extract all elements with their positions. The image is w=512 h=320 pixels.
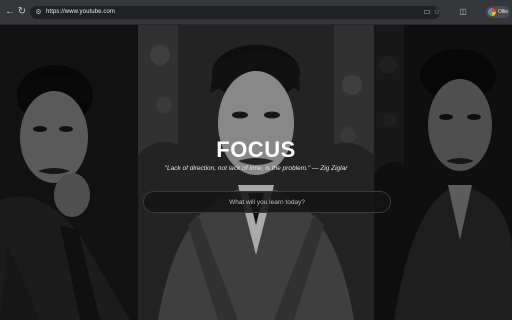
avatar xyxy=(488,8,496,16)
back-arrow-icon[interactable]: ← xyxy=(4,6,16,18)
profile-label: Ollie xyxy=(498,9,509,15)
background-photo-left xyxy=(0,25,138,320)
browser-toolbar: ← ↻ ⚙ https://www.youtube.com ▭ ☆ ◫ Olli… xyxy=(0,0,512,25)
page-title: FOCUS xyxy=(216,137,296,162)
profile-button[interactable]: Ollie xyxy=(486,6,510,18)
cast-icon[interactable]: ▭ xyxy=(422,6,432,18)
reload-icon[interactable]: ↻ xyxy=(16,6,28,18)
new-tab-page: FOCUS "Lack of direction, not lack of ti… xyxy=(0,25,512,320)
background-photo-right xyxy=(374,25,512,320)
star-icon[interactable]: ☆ xyxy=(432,6,442,18)
side-panel-icon[interactable]: ◫ xyxy=(458,6,468,18)
address-bar[interactable]: ⚙ https://www.youtube.com xyxy=(30,6,440,19)
background-photo-center xyxy=(138,25,374,320)
tune-icon[interactable]: ⚙ xyxy=(34,8,43,17)
search-input[interactable] xyxy=(144,192,390,212)
search-box[interactable] xyxy=(143,191,391,213)
quote-text: "Lack of direction, not lack of time, is… xyxy=(164,165,348,172)
url-text[interactable]: https://www.youtube.com xyxy=(46,7,115,18)
